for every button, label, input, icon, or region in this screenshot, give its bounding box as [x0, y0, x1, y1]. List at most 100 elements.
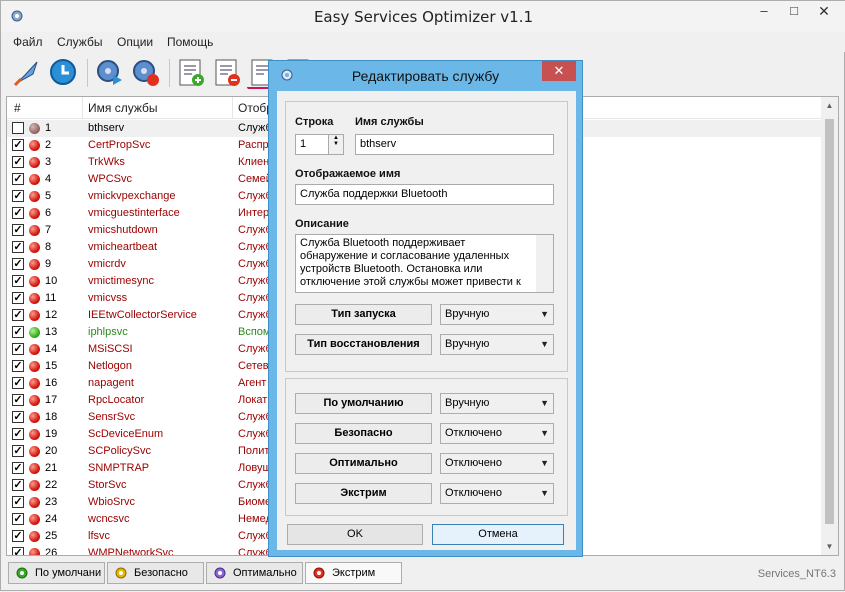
menu-options[interactable]: Опции — [117, 35, 153, 49]
maximize-button[interactable]: □ — [779, 1, 809, 23]
start-service-button[interactable] — [93, 56, 126, 89]
minimize-button[interactable]: – — [749, 1, 779, 23]
column-header-num[interactable]: # — [14, 101, 21, 115]
gear-icon — [16, 567, 28, 579]
preset-default-select[interactable]: Вручную ▼ — [440, 393, 554, 414]
remove-service-button[interactable] — [211, 56, 244, 89]
row-checkbox[interactable]: ✓ — [12, 275, 24, 287]
scroll-down-icon[interactable]: ▼ — [821, 538, 838, 555]
description-textarea[interactable]: Служба Bluetooth поддерживает обнаружени… — [295, 234, 554, 293]
status-indicator-icon — [29, 446, 40, 457]
preset-default-label: По умолчанию — [295, 393, 432, 414]
row-number: 5 — [45, 190, 52, 202]
stop-service-button[interactable] — [129, 56, 162, 89]
column-separator[interactable] — [232, 97, 233, 119]
vertical-scrollbar[interactable]: ▲ ▼ — [821, 97, 838, 555]
menu-help[interactable]: Помощь — [167, 35, 213, 49]
row-number: 1 — [45, 122, 52, 134]
row-checkbox[interactable]: ✓ — [12, 428, 24, 440]
preset-optimal-button[interactable]: Оптимально — [206, 562, 303, 584]
service-name: StorSvc — [88, 479, 127, 491]
preset-extreme-select[interactable]: Отключено ▼ — [440, 483, 554, 504]
recovery-type-value: Вручную — [445, 338, 490, 350]
row-checkbox[interactable]: ✓ — [12, 343, 24, 355]
column-separator[interactable] — [82, 97, 83, 119]
preset-default-button[interactable]: По умолчани — [8, 562, 105, 584]
service-name: vmicguestinterface — [88, 207, 180, 219]
rocket-icon — [13, 61, 38, 87]
cancel-button[interactable]: Отмена — [432, 524, 564, 545]
row-checkbox[interactable]: ✓ — [12, 224, 24, 236]
row-checkbox[interactable]: ✓ — [12, 173, 24, 185]
spin-down-icon[interactable]: ▼ — [329, 141, 343, 147]
scrollbar-thumb[interactable] — [825, 119, 834, 524]
menu-file[interactable]: Файл — [13, 35, 43, 49]
row-checkbox[interactable]: ✓ — [12, 496, 24, 508]
optimize-button[interactable] — [11, 56, 44, 89]
window-title: Easy Services Optimizer v1.1 — [313, 8, 534, 26]
column-header-name[interactable]: Имя службы — [88, 101, 158, 115]
row-checkbox[interactable]: ✓ — [12, 207, 24, 219]
row-checkbox[interactable]: ✓ — [12, 326, 24, 338]
description-scrollbar[interactable] — [536, 235, 553, 292]
status-indicator-icon — [29, 140, 40, 151]
startup-type-select[interactable]: Вручную ▼ — [440, 304, 554, 325]
status-indicator-icon — [29, 378, 40, 389]
status-label: Services_NT6.3 — [757, 568, 836, 580]
row-checkbox[interactable]: ✓ — [12, 190, 24, 202]
ok-button[interactable]: OK — [287, 524, 423, 545]
restore-button[interactable] — [47, 56, 80, 89]
status-bar: По умолчани Безопасно Оптимально Экстрим… — [1, 559, 845, 592]
row-number: 18 — [45, 411, 58, 423]
row-number: 13 — [45, 326, 58, 338]
service-name: WPCSvc — [88, 173, 132, 185]
row-checkbox[interactable]: ✓ — [12, 360, 24, 372]
title-bar[interactable]: Easy Services Optimizer v1.1 – □ ✕ — [1, 1, 845, 32]
row-number: 4 — [45, 173, 52, 185]
scroll-up-icon[interactable]: ▲ — [821, 97, 838, 114]
row-checkbox[interactable]: ✓ — [12, 547, 24, 555]
menu-services[interactable]: Службы — [57, 35, 102, 49]
add-service-button[interactable] — [175, 56, 208, 89]
row-number: 25 — [45, 530, 58, 542]
row-checkbox[interactable]: ✓ — [12, 445, 24, 457]
display-name-input[interactable]: Служба поддержки Bluetooth — [295, 184, 554, 205]
preset-optimal-label: Оптимально — [295, 453, 432, 474]
gear-icon — [115, 567, 127, 579]
row-checkbox[interactable]: ✓ — [12, 377, 24, 389]
status-indicator-icon — [29, 208, 40, 219]
row-checkbox[interactable]: ✓ — [12, 513, 24, 525]
row-checkbox[interactable]: ✓ — [12, 292, 24, 304]
row-checkbox[interactable]: ✓ — [12, 258, 24, 270]
row-number: 20 — [45, 445, 58, 457]
service-name: WMPNetworkSvc — [88, 547, 174, 556]
status-indicator-icon — [29, 395, 40, 406]
row-checkbox[interactable]: ✓ — [12, 479, 24, 491]
dialog-body: Строка 1 ▲ ▼ Имя службы bthserv Отображае… — [277, 91, 576, 550]
row-checkbox[interactable] — [12, 122, 24, 134]
preset-safe-select[interactable]: Отключено ▼ — [440, 423, 554, 444]
status-indicator-icon — [29, 310, 40, 321]
preset-optimal-select[interactable]: Отключено ▼ — [440, 453, 554, 474]
row-number: 23 — [45, 496, 58, 508]
preset-extreme-button[interactable]: Экстрим — [305, 562, 402, 584]
close-button[interactable]: ✕ — [809, 1, 839, 23]
row-checkbox[interactable]: ✓ — [12, 241, 24, 253]
row-checkbox[interactable]: ✓ — [12, 462, 24, 474]
restore-icon — [50, 59, 76, 85]
row-checkbox[interactable]: ✓ — [12, 309, 24, 321]
row-checkbox[interactable]: ✓ — [12, 394, 24, 406]
row-checkbox[interactable]: ✓ — [12, 530, 24, 542]
chevron-down-icon: ▼ — [540, 488, 549, 498]
service-name: MSiSCSI — [88, 343, 133, 355]
preset-safe-label: Безопасно — [295, 423, 432, 444]
row-checkbox[interactable]: ✓ — [12, 156, 24, 168]
service-name-input[interactable]: bthserv — [355, 134, 554, 155]
row-spinner[interactable]: ▲ ▼ — [328, 134, 344, 155]
dialog-close-button[interactable]: ✕ — [542, 61, 576, 81]
row-checkbox[interactable]: ✓ — [12, 139, 24, 151]
preset-safe-button[interactable]: Безопасно — [107, 562, 204, 584]
recovery-type-select[interactable]: Вручную ▼ — [440, 334, 554, 355]
description-line: Служба Bluetooth поддерживает — [300, 237, 466, 249]
row-checkbox[interactable]: ✓ — [12, 411, 24, 423]
